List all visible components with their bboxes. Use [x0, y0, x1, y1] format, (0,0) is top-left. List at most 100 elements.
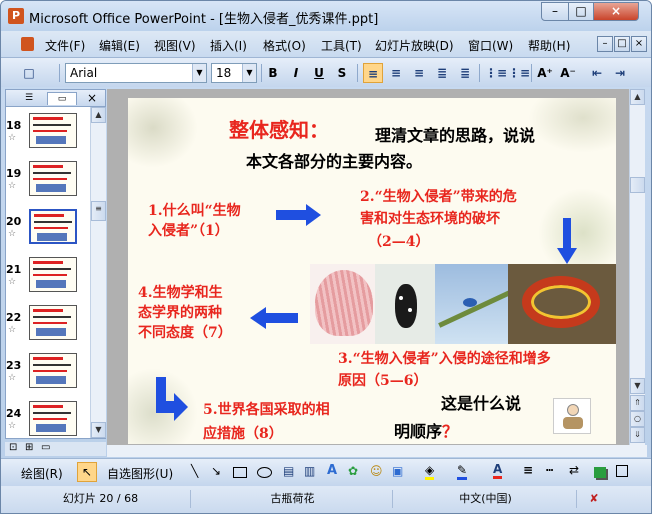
scroll-thumb[interactable]	[630, 177, 645, 193]
picture-icon[interactable]: ▣	[392, 464, 403, 478]
slide-scrollbar[interactable]: ▲ ▼ ⇑ ○ ⇓	[629, 89, 645, 445]
slide-thumbnail[interactable]	[29, 209, 77, 244]
underline-button[interactable]: U	[309, 63, 329, 83]
wordart-icon[interactable]: A	[327, 463, 337, 478]
bullets-icon[interactable]: ⋮≡	[508, 63, 530, 83]
point-3-line1: 3.“生物入侵者”入侵的途径和增多	[338, 351, 551, 367]
decrease-indent-icon[interactable]: ⇤	[587, 63, 607, 83]
doc-minimize-button[interactable]: –	[597, 36, 613, 52]
powerpoint-icon: P	[8, 8, 24, 24]
increase-indent-icon[interactable]: ⇥	[610, 63, 630, 83]
align-center-icon[interactable]: ≡	[386, 63, 406, 83]
scroll-up-icon[interactable]: ▲	[91, 107, 106, 123]
distribute-icon[interactable]: ≣	[432, 63, 452, 83]
toolbar-separator	[261, 64, 262, 82]
reading-figure-image	[553, 398, 591, 434]
scroll-down-icon[interactable]: ▼	[630, 378, 645, 394]
menu-help[interactable]: 帮助(H)	[528, 37, 570, 54]
line-icon[interactable]: ╲	[191, 464, 198, 478]
draw-menu[interactable]: 绘图(R)	[21, 465, 63, 482]
line-color-icon[interactable]: ✎	[457, 463, 468, 480]
increase-font-icon[interactable]: A⁺	[535, 63, 555, 83]
current-slide[interactable]: 整体感知： 理清文章的思路，说说 本文各部分的主要内容。 1.什么叫“生物 入侵…	[128, 98, 616, 444]
menu-tools[interactable]: 工具(T)	[321, 37, 362, 54]
menu-view[interactable]: 视图(V)	[154, 37, 196, 54]
doc-restore-button[interactable]: □	[614, 36, 630, 52]
animation-star-icon: ☆	[8, 229, 17, 239]
slide-heading: 整体感知：	[229, 118, 329, 142]
font-color-icon[interactable]: A	[493, 462, 503, 479]
textbox-icon[interactable]: ▤	[283, 464, 294, 478]
animation-star-icon: ☆	[8, 133, 17, 143]
close-button[interactable]: ×	[593, 2, 639, 21]
previous-slide-icon[interactable]: ⇑	[630, 395, 645, 411]
outline-tab-icon[interactable]: ☰	[14, 92, 44, 105]
menu-window[interactable]: 窗口(W)	[468, 37, 513, 54]
slide-thumbnail[interactable]	[29, 113, 77, 148]
scroll-down-icon[interactable]: ▼	[91, 422, 106, 438]
slide-number: 21	[6, 263, 22, 276]
arrow-icon[interactable]: ↘	[211, 464, 221, 478]
menu-format[interactable]: 格式(O)	[263, 37, 306, 54]
shadow-style-icon[interactable]	[594, 467, 606, 478]
autoshapes-menu[interactable]: 自选图形(U)	[107, 465, 173, 482]
italic-button[interactable]: I	[286, 63, 306, 83]
slides-tab-icon[interactable]: ▭	[47, 92, 77, 105]
oval-icon[interactable]	[257, 467, 272, 478]
fill-color-icon[interactable]: ◈	[425, 463, 435, 480]
slide-thumbnail[interactable]	[29, 305, 77, 340]
slide-thumbnail[interactable]	[29, 353, 77, 388]
new-document-icon[interactable]: □	[19, 63, 39, 83]
shadow-button[interactable]: S	[332, 63, 352, 83]
align-left-icon[interactable]: ≡	[363, 63, 383, 83]
vertical-textbox-icon[interactable]: ▥	[304, 464, 315, 478]
slide-sorter-icon[interactable]: ⊞	[25, 442, 33, 453]
pane-close-icon[interactable]: ×	[84, 92, 100, 105]
pane-scrollbar[interactable]: ▲ ≡ ▼	[90, 107, 106, 438]
spelling-check-icon[interactable]: ✘	[579, 490, 609, 508]
scroll-thumb[interactable]: ≡	[91, 201, 106, 221]
point-4-line3: 不同态度（7）	[138, 325, 232, 341]
slide-thumbnail[interactable]	[29, 401, 77, 436]
point-5-line2: 应措施（8）	[203, 426, 283, 442]
minimize-button[interactable]: –	[541, 2, 569, 21]
line-spacing-icon[interactable]: ≣	[455, 63, 475, 83]
select-objects-icon[interactable]: ↖	[77, 462, 97, 482]
chevron-down-icon[interactable]: ▼	[192, 64, 206, 82]
slide-thumbnail[interactable]	[29, 161, 77, 196]
decrease-font-icon[interactable]: A⁻	[558, 63, 578, 83]
toolbar-separator	[357, 64, 358, 82]
numbering-icon[interactable]: ⋮≡	[485, 63, 507, 83]
restore-button[interactable]: □	[568, 2, 594, 21]
align-right-icon[interactable]: ≡	[409, 63, 429, 83]
doc-close-button[interactable]: ×	[631, 36, 647, 52]
question-mark: ？	[442, 422, 459, 441]
chevron-down-icon[interactable]: ▼	[242, 64, 256, 82]
horizontal-scrollbar[interactable]	[107, 445, 647, 457]
point-1-line2: 入侵者”（1）	[148, 223, 229, 239]
diagram-icon[interactable]: ✿	[348, 464, 358, 478]
formatting-toolbar: □ Arial ▼ 18 ▼ B I U S ≡ ≡ ≡ ≣ ≣ ⋮≡ ⋮≡ A⁺ …	[1, 57, 651, 87]
rectangle-icon[interactable]	[233, 467, 247, 478]
arrow-style-icon[interactable]: ⇄	[569, 463, 579, 477]
menu-insert[interactable]: 插入(I)	[210, 37, 247, 54]
menu-slideshow[interactable]: 幻灯片放映(D)	[375, 37, 454, 54]
clipart-icon[interactable]: ☺	[370, 464, 383, 478]
slide-thumbnail[interactable]	[29, 257, 77, 292]
3d-style-icon[interactable]	[616, 465, 628, 477]
font-size-value: 18	[216, 66, 232, 80]
font-size-combo[interactable]: 18 ▼	[211, 63, 257, 83]
arrow-left-icon	[250, 307, 298, 329]
slideshow-view-icon[interactable]: ▭	[41, 442, 50, 453]
font-name-combo[interactable]: Arial ▼	[65, 63, 207, 83]
line-style-icon[interactable]: ≡	[523, 463, 533, 477]
menu-file[interactable]: 文件(F)	[45, 37, 85, 54]
select-browse-object-icon[interactable]: ○	[630, 411, 645, 427]
next-slide-icon[interactable]: ⇓	[630, 427, 645, 443]
menu-edit[interactable]: 编辑(E)	[99, 37, 140, 54]
dash-style-icon[interactable]: ┅	[546, 463, 553, 477]
scroll-up-icon[interactable]: ▲	[630, 89, 645, 105]
bold-button[interactable]: B	[263, 63, 283, 83]
drawing-toolbar: 绘图(R) ↖ 自选图形(U) ╲ ↘ ▤ ▥ A ✿ ☺ ▣ ◈ ✎ A ≡ …	[1, 458, 651, 486]
normal-view-icon[interactable]: ⊡	[9, 442, 17, 453]
